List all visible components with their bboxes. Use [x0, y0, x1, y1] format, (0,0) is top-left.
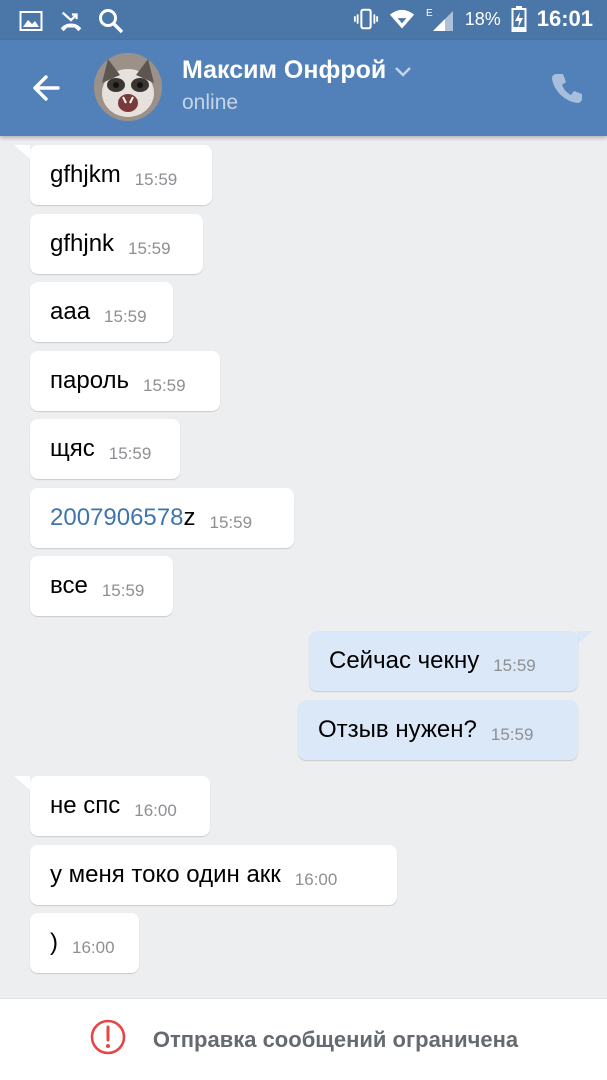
- bubble-tail: [577, 631, 593, 645]
- message-bubble-incoming[interactable]: все 15:59: [30, 556, 173, 616]
- gallery-icon: [18, 8, 44, 34]
- message-time: 16:00: [134, 801, 177, 820]
- message-time: 15:59: [493, 656, 536, 675]
- message-bubble-incoming[interactable]: 2007906578z 15:59: [30, 488, 294, 548]
- message-time: 16:00: [294, 870, 338, 889]
- message-time: 15:59: [101, 581, 145, 600]
- message-bubble-incoming[interactable]: gfhjkm 15:59: [30, 145, 212, 205]
- chat-header: Максим Онфрой online: [0, 40, 607, 136]
- message-text: щяс: [50, 435, 95, 462]
- message-text: все: [50, 572, 88, 599]
- message-bubble-incoming[interactable]: пароль 15:59: [30, 351, 220, 411]
- message-bubble-outgoing[interactable]: Отзыв нужен? 15:59: [298, 700, 578, 760]
- message-text: у меня токо один акк: [50, 861, 281, 888]
- message-text: Сейчас чекну: [329, 647, 480, 674]
- bubble-tail: [14, 145, 30, 159]
- message-bubble-incoming[interactable]: щяс 15:59: [30, 419, 180, 479]
- network-type-label: E: [426, 8, 433, 19]
- message-time: 15:59: [209, 513, 253, 532]
- phone-icon[interactable]: [549, 70, 585, 106]
- message-bubble-incoming[interactable]: gfhjnk 15:59: [30, 214, 203, 274]
- message-text: ): [50, 929, 58, 956]
- contact-status: online: [182, 91, 239, 114]
- message-time: 15:59: [490, 725, 534, 744]
- message-time: 15:59: [143, 376, 186, 395]
- message-time: 15:59: [104, 307, 147, 326]
- message-bubble-incoming[interactable]: у меня токо один акк 16:00: [30, 845, 397, 905]
- contact-name[interactable]: Максим Онфрой: [182, 56, 412, 85]
- bubble-tail: [14, 776, 30, 790]
- message-bubble-outgoing[interactable]: Сейчас чекну 15:59: [309, 631, 578, 691]
- message-text: не спс: [50, 792, 121, 819]
- message-time: 16:00: [72, 938, 115, 957]
- message-time: 15:59: [128, 239, 171, 258]
- chevron-down-icon[interactable]: [394, 56, 412, 85]
- restriction-notice: Отправка сообщений ограничена: [152, 1026, 519, 1052]
- contact-name-text: Максим Онфрой: [182, 56, 387, 84]
- wifi-icon: [389, 6, 415, 32]
- message-time: 15:59: [108, 444, 152, 463]
- missed-call-icon: [58, 8, 84, 34]
- clock: 16:01: [536, 6, 593, 31]
- battery-charging-icon: [511, 6, 527, 32]
- message-text: gfhjkm: [50, 161, 121, 188]
- message-time: 15:59: [134, 170, 178, 189]
- battery-percent: 18%: [464, 8, 501, 29]
- alert-circle-icon: [89, 1018, 127, 1061]
- phone-number-link[interactable]: 2007906578: [50, 504, 183, 531]
- message-text: gfhjnk: [50, 230, 115, 257]
- message-bubble-incoming[interactable]: не спс 16:00: [30, 776, 210, 836]
- vibrate-icon: [353, 6, 379, 32]
- message-bubble-incoming[interactable]: ) 16:00: [30, 913, 139, 973]
- status-bar: E 18% 16:01: [0, 0, 607, 40]
- message-text: Отзыв нужен?: [318, 716, 477, 743]
- search-icon: [98, 8, 124, 34]
- message-text: ааа: [50, 298, 91, 325]
- avatar[interactable]: [94, 53, 162, 121]
- back-arrow-icon[interactable]: [28, 70, 64, 106]
- message-text: 2007906578z: [50, 504, 195, 532]
- message-text-suffix: z: [183, 504, 196, 531]
- signal-icon: E: [425, 6, 455, 32]
- messaging-restricted-banner: Отправка сообщений ограничена: [0, 998, 607, 1080]
- message-text: пароль: [50, 367, 130, 394]
- message-list[interactable]: gfhjkm 15:59 gfhjnk 15:59 ааа 15:59 паро…: [0, 136, 607, 998]
- message-bubble-incoming[interactable]: ааа 15:59: [30, 282, 173, 342]
